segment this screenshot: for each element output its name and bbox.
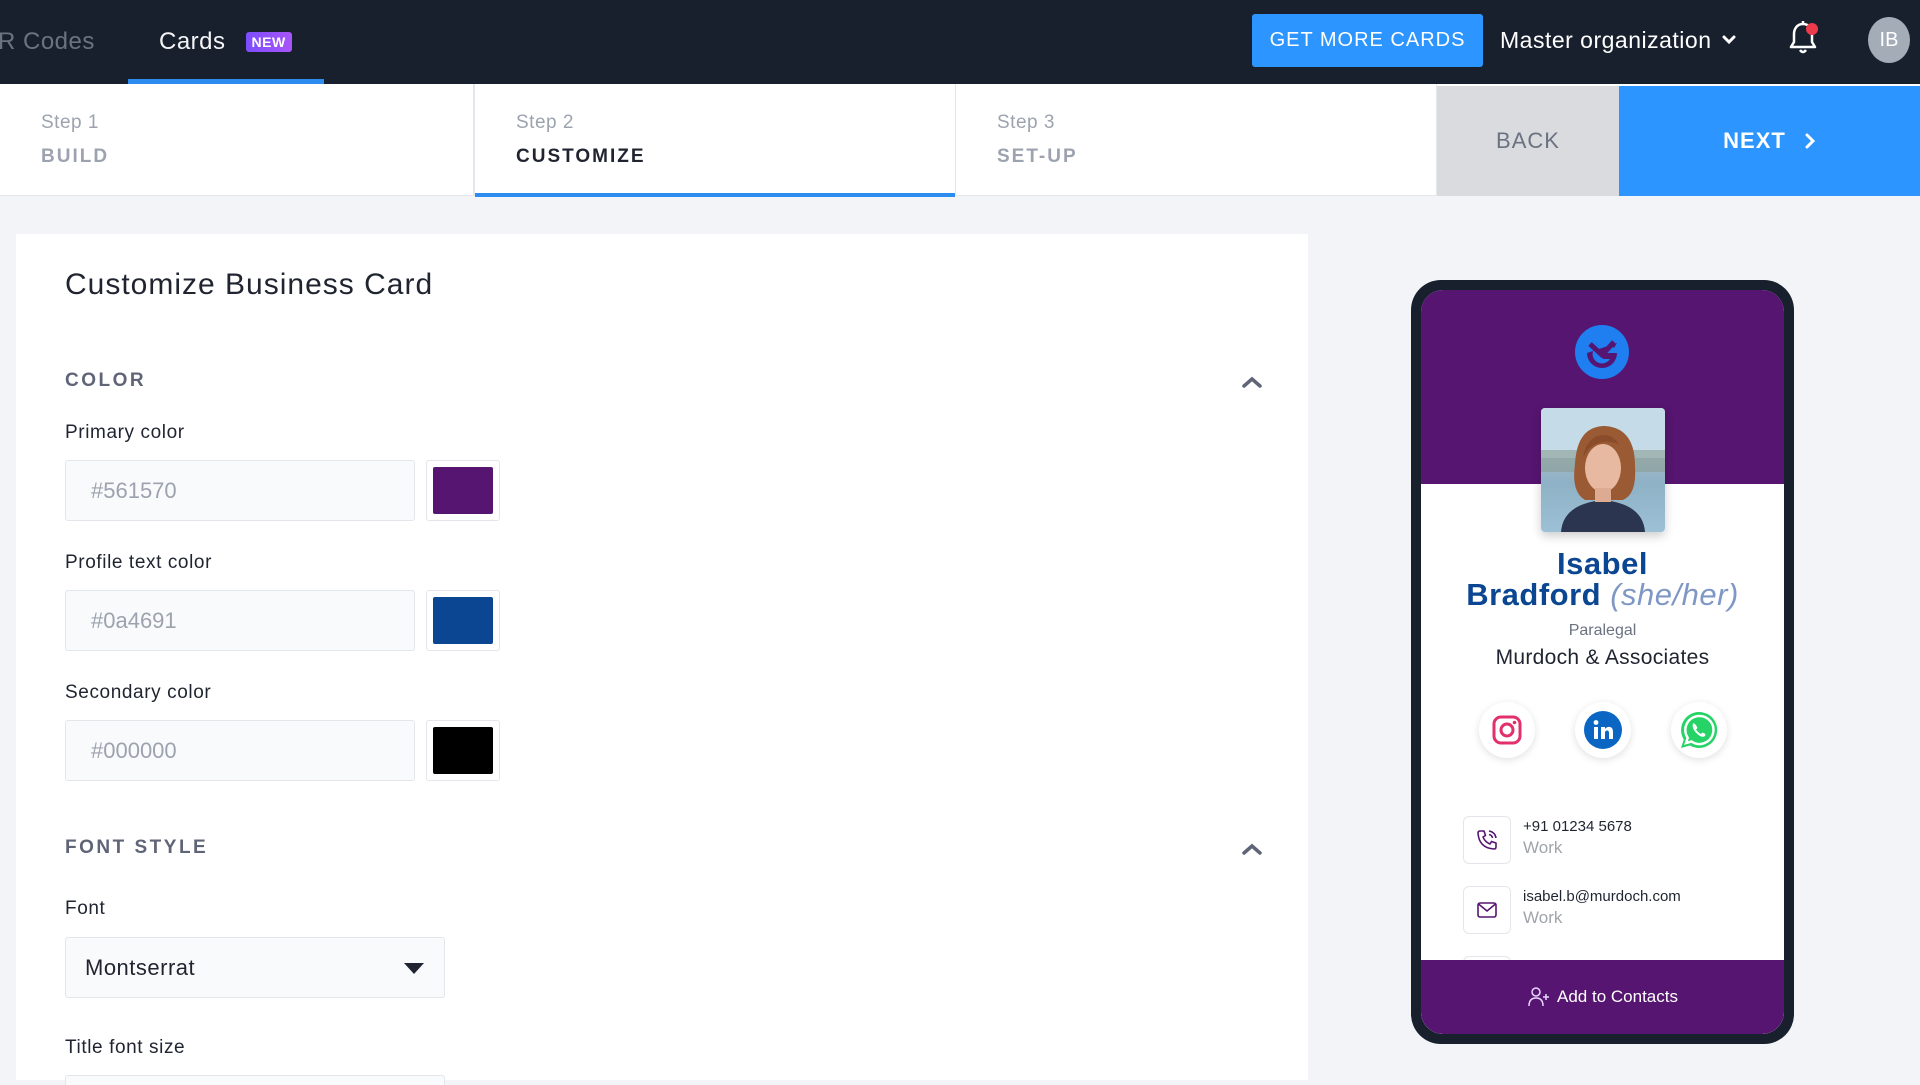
nav-tab-label: Cards (159, 28, 226, 55)
chevron-up-icon[interactable] (1240, 841, 1264, 857)
profile-photo-image (1541, 408, 1665, 532)
last-name: Bradford (1466, 577, 1602, 612)
contact-value: isabel.b@murdoch.com (1523, 888, 1681, 905)
step-number: Step 2 (516, 112, 574, 133)
organization-name: Master organization (1500, 26, 1712, 53)
step-label: SET-UP (997, 146, 1078, 167)
company-name: Murdoch & Associates (1495, 646, 1710, 669)
color-section-title: COLOR (65, 370, 147, 391)
back-label: BACK (1496, 128, 1560, 153)
contact-type: Work (1523, 908, 1563, 927)
step-number: Step 3 (997, 112, 1055, 133)
contact-type: Work (1523, 838, 1563, 857)
primary-color-label: Primary color (65, 422, 185, 443)
secondary-color-swatch[interactable] (426, 720, 500, 781)
profile-text-color-label: Profile text color (65, 552, 213, 573)
chevron-down-icon (1722, 35, 1735, 45)
font-label: Font (65, 898, 106, 919)
chevron-right-icon (1805, 133, 1815, 149)
notification-dot (1806, 23, 1818, 35)
linkedin-icon (1584, 711, 1622, 749)
contact-value: +91 01234 5678 (1523, 818, 1632, 835)
swatch-fill (433, 467, 493, 514)
top-nav: R Codes Cards NEW GET MORE CARDS Master … (0, 0, 1920, 84)
whatsapp-icon (1681, 711, 1718, 748)
get-more-cards-button[interactable]: GET MORE CARDS (1252, 14, 1483, 67)
font-select[interactable]: Montserrat (65, 937, 445, 998)
secondary-color-input[interactable] (65, 720, 415, 781)
add-to-contacts-button[interactable]: Add to Contacts (1421, 960, 1784, 1034)
customize-panel: Customize Business Card COLOR Primary co… (16, 234, 1308, 1085)
step-label: BUILD (41, 146, 110, 167)
font-value: Montserrat (85, 954, 196, 980)
nav-tab-qr-codes[interactable]: R Codes (0, 0, 95, 84)
step-set-up[interactable]: Step 3 SET-UP (956, 84, 1437, 196)
phone-icon (1477, 830, 1497, 850)
swatch-fill (433, 727, 493, 774)
nav-tab-label: R Codes (0, 28, 95, 55)
next-button[interactable]: NEXT (1619, 86, 1920, 196)
user-avatar[interactable]: IB (1868, 17, 1910, 63)
instagram-link[interactable] (1479, 702, 1535, 758)
contact-phone[interactable]: +91 01234 5678 Work (1463, 816, 1632, 864)
title-font-size-label: Title font size (65, 1037, 186, 1058)
organization-dropdown[interactable]: Master organization (1500, 0, 1736, 80)
email-icon (1477, 902, 1497, 918)
add-to-contacts-label: Add to Contacts (1557, 987, 1678, 1006)
linkedin-link[interactable] (1575, 702, 1631, 758)
secondary-color-label: Secondary color (65, 682, 212, 703)
contact-icon-box (1463, 886, 1511, 934)
step-number: Step 1 (41, 112, 99, 133)
next-label: NEXT (1723, 128, 1786, 153)
company-logo-icon (1575, 325, 1629, 379)
nav-tab-cards[interactable]: Cards NEW (128, 0, 324, 84)
title-font-size-select[interactable] (65, 1075, 445, 1085)
social-links (1479, 702, 1727, 758)
active-step-indicator (475, 193, 955, 197)
instagram-icon (1492, 715, 1522, 745)
profile-photo (1541, 408, 1665, 532)
card-preview-phone: Isabel Bradford (she/her) Paralegal Murd… (1411, 280, 1794, 1044)
whatsapp-link[interactable] (1671, 702, 1727, 758)
profile-text-color-input[interactable] (65, 590, 415, 651)
contact-email[interactable]: isabel.b@murdoch.com Work (1463, 886, 1681, 934)
card-name: Isabel Bradford (she/her) (1421, 548, 1784, 610)
add-user-icon (1528, 987, 1550, 1007)
job-title: Paralegal (1568, 622, 1637, 639)
step-customize[interactable]: Step 2 CUSTOMIZE (474, 84, 956, 197)
contact-icon-box (1463, 816, 1511, 864)
primary-color-input[interactable] (65, 460, 415, 521)
profile-text-color-swatch[interactable] (426, 590, 500, 651)
swatch-fill (433, 597, 493, 644)
step-label: CUSTOMIZE (516, 146, 646, 167)
first-name: Isabel (1557, 546, 1648, 581)
pronouns: (she/her) (1610, 577, 1739, 612)
back-button[interactable]: BACK (1437, 86, 1619, 196)
page-title: Customize Business Card (65, 268, 434, 301)
chevron-up-icon[interactable] (1240, 374, 1264, 390)
font-style-section-title: FONT STYLE (65, 837, 209, 858)
new-badge: NEW (245, 32, 292, 52)
step-build[interactable]: Step 1 BUILD (0, 84, 474, 196)
primary-color-swatch[interactable] (426, 460, 500, 521)
caret-down-icon (404, 963, 424, 974)
card-preview-screen: Isabel Bradford (she/her) Paralegal Murd… (1421, 290, 1784, 1034)
